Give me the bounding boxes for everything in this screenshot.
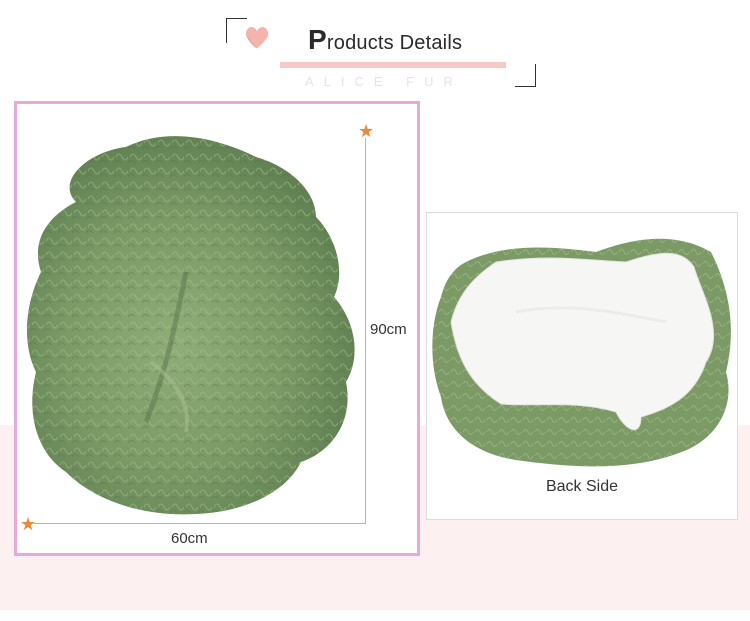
star-icon: ★: [358, 121, 375, 141]
height-label: 90cm: [370, 321, 407, 338]
fur-back-side-image: [432, 238, 731, 467]
green-fur-pelt-image: [26, 136, 355, 515]
title-rest: roducts Details: [326, 32, 463, 54]
width-dimension-line: [34, 523, 366, 524]
heart-icon: [245, 27, 269, 49]
page-title: Products Details: [308, 24, 462, 56]
corner-bracket-bottom-right: [515, 64, 536, 87]
title-underline: [280, 62, 506, 68]
width-label: 60cm: [171, 530, 208, 547]
back-side-label: Back Side: [545, 478, 619, 495]
star-icon: ★: [20, 514, 37, 534]
height-dimension-line: [365, 138, 366, 524]
title-initial: P: [308, 24, 327, 55]
brand-subtitle: ALICE FUR: [305, 74, 463, 89]
